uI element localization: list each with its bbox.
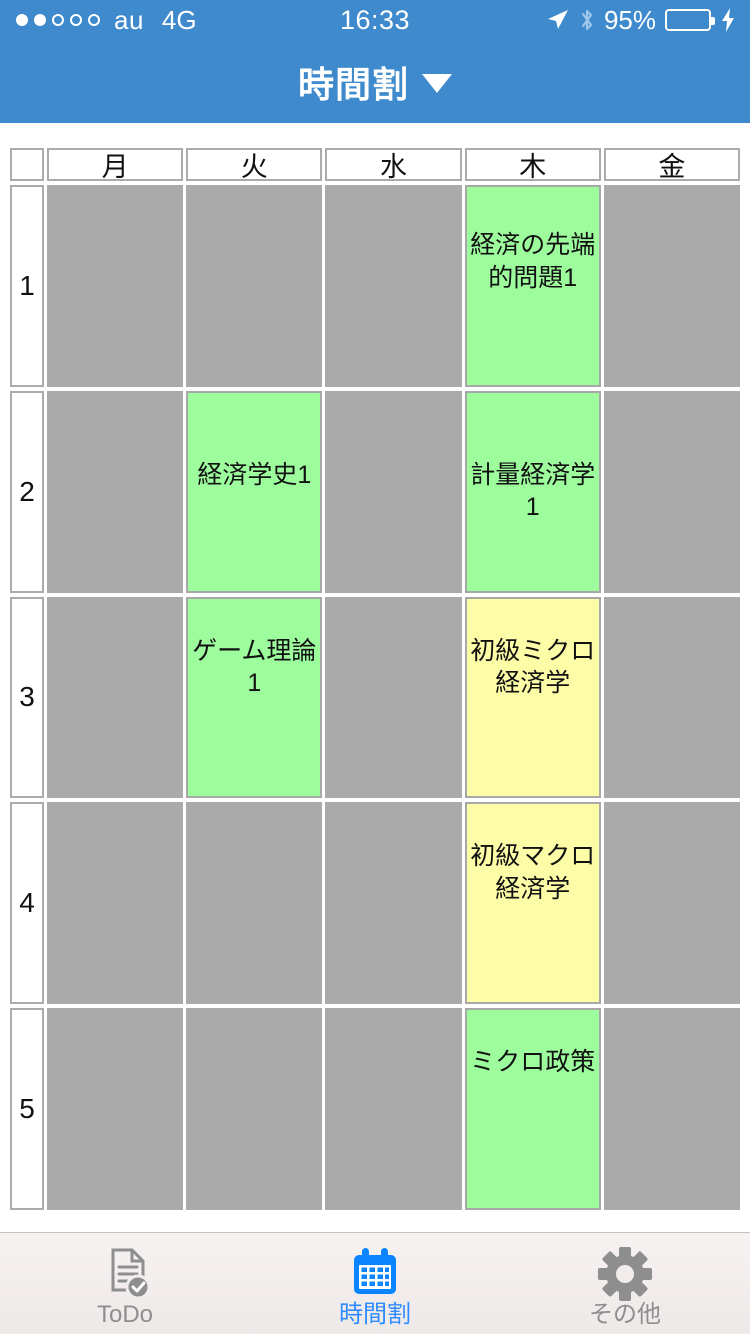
battery-percent-label: 95%: [603, 4, 656, 35]
period-label: 1: [10, 185, 44, 387]
slot-wed-4[interactable]: [325, 802, 462, 1005]
app-root: au 4G 16:33 95% 時間割 月 火 水 木 金 1 経済の先端的問題…: [0, 0, 750, 1334]
timetable-body: 1 経済の先端的問題1 2 経済学史1 計量経済学1 3 ゲーム理論1 初級ミク…: [10, 185, 741, 1210]
period-label: 5: [10, 1008, 44, 1210]
page-title: 時間割: [297, 63, 409, 105]
day-header-wed: 水: [325, 148, 462, 182]
document-check-icon: [99, 1247, 151, 1301]
calendar-icon: [349, 1247, 401, 1301]
day-header-label: 水: [325, 148, 462, 182]
gear-icon: [597, 1246, 653, 1301]
slot-mon-2[interactable]: [47, 390, 184, 593]
status-bar: au 4G 16:33 95%: [0, 0, 750, 40]
slot-wed-2[interactable]: [325, 390, 462, 593]
period-label: 4: [10, 802, 44, 1005]
slot-mon-5[interactable]: [47, 1008, 184, 1210]
slot-tue-1[interactable]: [186, 185, 323, 387]
timetable-row: 2 経済学史1 計量経済学1: [10, 390, 741, 593]
timetable-row: 4 初級マクロ経済学: [10, 802, 741, 1005]
chevron-down-icon: [422, 74, 452, 93]
timetable-title-dropdown[interactable]: 時間割: [298, 56, 452, 108]
tab-label-todo: ToDo: [96, 1300, 154, 1328]
tab-label-timetable: 時間割: [339, 1300, 411, 1328]
tab-other[interactable]: その他: [500, 1233, 750, 1334]
tab-bar: ToDo 時間割 その他: [0, 1232, 750, 1334]
slot-tue-3[interactable]: ゲーム理論1: [186, 596, 323, 799]
slot-label: ゲーム理論1: [192, 636, 317, 698]
slot-thu-1[interactable]: 経済の先端的問題1: [464, 185, 601, 387]
timetable-header-row: 月 火 水 木 金: [10, 148, 741, 182]
location-arrow-icon: [546, 8, 570, 32]
slot-label: 計量経済学1: [470, 460, 596, 522]
slot-label: 経済学史1: [197, 460, 312, 489]
slot-thu-2[interactable]: 計量経済学1: [464, 390, 601, 593]
slot-fri-1[interactable]: [603, 185, 741, 387]
slot-label: 初級ミクロ経済学: [470, 636, 596, 698]
day-header-fri: 金: [603, 148, 741, 182]
period-number-cell: 4: [10, 802, 44, 1005]
slot-mon-1[interactable]: [47, 185, 184, 387]
slot-label: 経済の先端的問題1: [470, 231, 596, 292]
lightning-bolt-icon: [720, 7, 736, 33]
slot-wed-5[interactable]: [325, 1008, 462, 1210]
timetable-grid: 月 火 水 木 金 1 経済の先端的問題1 2 経済学史1 計量経済学1 3 ゲ…: [0, 123, 750, 1232]
day-header-label: 月: [47, 148, 184, 182]
bluetooth-icon: [579, 7, 595, 33]
timetable-row: 3 ゲーム理論1 初級ミクロ経済学: [10, 596, 741, 799]
slot-label: ミクロ政策: [470, 1048, 596, 1077]
period-number-cell: 2: [10, 390, 44, 593]
period-label: 3: [10, 596, 44, 799]
slot-tue-2[interactable]: 経済学史1: [186, 390, 323, 593]
nav-bar: 時間割: [0, 40, 750, 123]
slot-label: 初級マクロ経済学: [470, 842, 596, 903]
period-number-cell: 1: [10, 185, 44, 387]
slot-fri-5[interactable]: [603, 1008, 741, 1210]
slot-fri-2[interactable]: [603, 390, 741, 593]
slot-mon-3[interactable]: [47, 596, 184, 799]
status-bar-right: 95%: [546, 0, 736, 40]
battery-icon: [665, 9, 715, 31]
timetable-row: 1 経済の先端的問題1: [10, 185, 741, 387]
slot-mon-4[interactable]: [47, 802, 184, 1005]
slot-thu-4[interactable]: 初級マクロ経済学: [464, 802, 601, 1005]
slot-fri-3[interactable]: [603, 596, 741, 799]
day-header-label: 火: [186, 148, 323, 182]
slot-tue-5[interactable]: [186, 1008, 323, 1210]
day-header-tue: 火: [186, 148, 323, 182]
day-header-thu: 木: [464, 148, 601, 182]
grid-corner-cell: [10, 148, 44, 181]
period-label: 2: [10, 390, 44, 593]
period-number-cell: 5: [10, 1008, 44, 1210]
period-number-cell: 3: [10, 596, 44, 799]
slot-wed-3[interactable]: [325, 596, 462, 799]
slot-tue-4[interactable]: [186, 802, 323, 1005]
slot-thu-5[interactable]: ミクロ政策: [464, 1008, 601, 1210]
day-header-label: 木: [464, 148, 601, 182]
tab-label-other: その他: [589, 1300, 661, 1328]
slot-thu-3[interactable]: 初級ミクロ経済学: [464, 596, 601, 799]
timetable-row: 5 ミクロ政策: [10, 1008, 741, 1210]
slot-wed-1[interactable]: [325, 185, 462, 387]
tab-timetable[interactable]: 時間割: [250, 1233, 500, 1334]
day-header-mon: 月: [47, 148, 184, 182]
tab-todo[interactable]: ToDo: [0, 1233, 250, 1334]
slot-fri-4[interactable]: [603, 802, 741, 1005]
day-header-label: 金: [603, 148, 741, 182]
